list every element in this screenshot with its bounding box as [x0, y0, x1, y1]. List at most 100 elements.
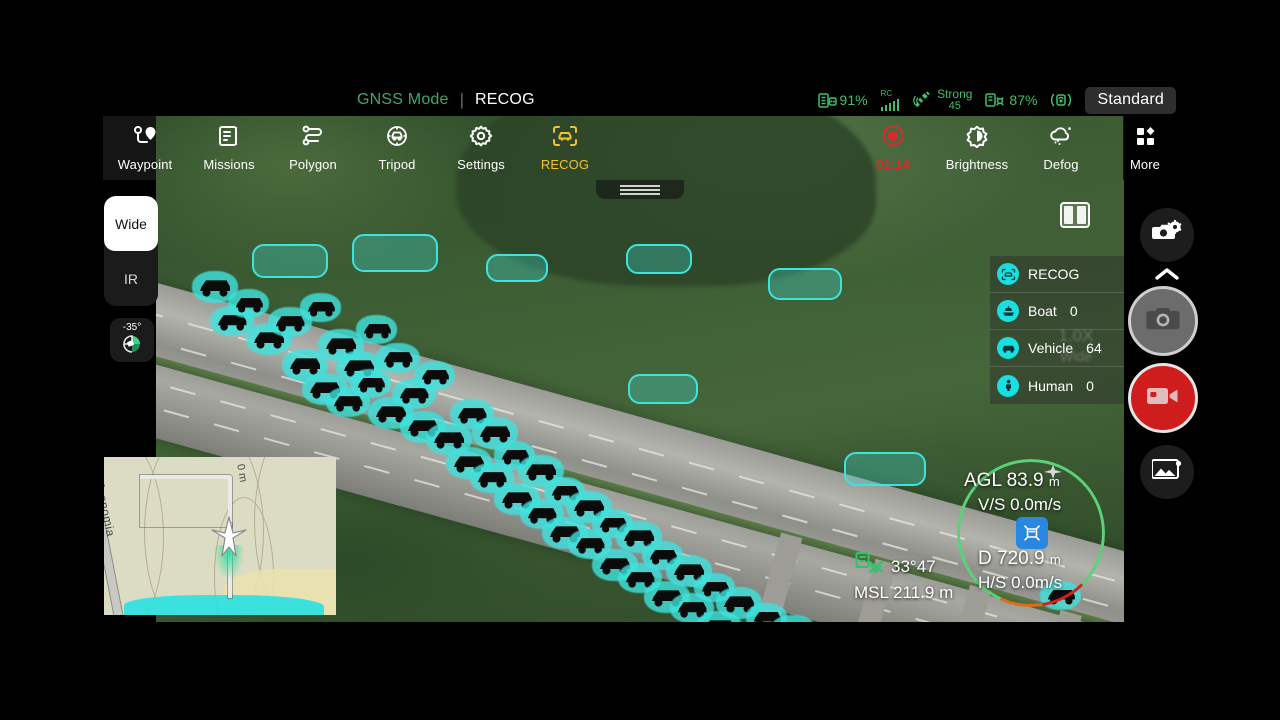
toolbar-item-tripod[interactable]: Tripod [355, 116, 439, 180]
distance-value: 720.9 [997, 548, 1045, 569]
waypoint-icon [131, 124, 159, 153]
detection-vehicle [356, 374, 387, 394]
gnss-mode-label: GNSS Mode [357, 91, 449, 108]
record-button[interactable] [1128, 363, 1198, 433]
horizontal-speed-readout: H/S 0.0m/s [978, 573, 1062, 593]
action-rail [1124, 116, 1280, 622]
hs-value: 0.0m/s [1011, 573, 1063, 592]
recog-panel-title: RECOG [1028, 266, 1080, 282]
distance-unit: m [1049, 552, 1061, 567]
video-camera-icon [1146, 384, 1180, 413]
missions-icon [216, 124, 242, 153]
aircraft-battery: 87% [985, 92, 1037, 109]
minimap[interactable]: Economia 0 m [104, 457, 336, 615]
recog-label-boat: Boat [1028, 303, 1057, 319]
lens-option-ir[interactable]: IR [104, 251, 158, 306]
recog-label-human: Human [1028, 377, 1074, 394]
detection-bounding-box [768, 268, 842, 300]
agl-value: 83.9 [1006, 470, 1044, 491]
recog-icon [551, 124, 579, 153]
vs-value: 0.0m/s [1010, 495, 1062, 514]
toolbar-item-waypoint[interactable]: Waypoint [103, 116, 187, 180]
gnss-signal-text: Strong 45 [937, 88, 972, 112]
record-timer-label: 01:14 [876, 157, 910, 172]
recog-count-boat: 0 [1069, 303, 1078, 319]
gear-icon [468, 124, 494, 153]
recog-label-vehicle: Vehicle [1028, 340, 1074, 356]
car-icon [997, 337, 1019, 359]
aircraft-battery-value: 87% [1009, 92, 1038, 108]
drag-handle-icon[interactable] [596, 180, 684, 199]
home-point-icon [855, 550, 885, 583]
aircraft-battery-icon [985, 92, 1006, 109]
toolbar-item-settings[interactable]: Settings [439, 116, 523, 180]
detection-vehicle [776, 620, 810, 622]
detection-bounding-box [844, 452, 926, 486]
agl-readout: AGL 83.9 m [964, 470, 1060, 492]
lens-option-wide[interactable]: Wide [104, 196, 158, 251]
recog-row-vehicle[interactable]: Vehicle 64 [990, 330, 1124, 367]
gimbal-dial-icon [121, 334, 143, 359]
tripod-icon [384, 124, 410, 153]
recog-count-vehicle: 64 [1086, 340, 1102, 356]
toolbar-item-defog[interactable]: Defog [1019, 116, 1103, 180]
msl-label: MSL [854, 583, 889, 602]
home-point-readout: 33°47 [855, 550, 936, 583]
detection-bounding-box [628, 374, 698, 404]
vs-label: V/S [978, 495, 1006, 514]
recognition-panel[interactable]: RECOG Boat 0 Vehicle 64 Human 0 [990, 256, 1124, 404]
satellite-count: 45 [948, 100, 961, 112]
grid-more-icon [1132, 124, 1158, 153]
toolbar-label-polygon: Polygon [289, 157, 337, 172]
toolbar-label-missions: Missions [203, 157, 255, 172]
gnss-quality-label: Strong [937, 87, 973, 101]
toolbar-item-record-timer[interactable]: 01:14 [851, 116, 935, 180]
camera-settings-button[interactable] [1140, 208, 1194, 262]
aircraft-badge-icon [1016, 517, 1048, 549]
status-separator: | [459, 90, 465, 109]
toolbar-label-recog: RECOG [540, 157, 590, 172]
image-icon [1151, 457, 1182, 488]
active-mode-label: RECOG [475, 91, 535, 108]
toolbar-label-brightness: Brightness [945, 157, 1009, 172]
toolbar-item-recog[interactable]: RECOG [523, 116, 607, 180]
toolbar-label-settings: Settings [457, 157, 505, 172]
recog-count-human: 0 [1086, 377, 1094, 394]
detection-vehicle [198, 276, 232, 298]
transmission-icon [1050, 90, 1072, 110]
toolbar-item-polygon[interactable]: Polygon [271, 116, 355, 180]
camera-gear-icon [1152, 219, 1182, 251]
toolbar-item-more[interactable]: More [1103, 116, 1187, 180]
split-view-icon[interactable] [1060, 202, 1090, 228]
hs-label: H/S [978, 573, 1007, 592]
gimbal-angle-indicator[interactable]: -35° [110, 318, 154, 362]
toolbar-label-more: More [1129, 157, 1161, 172]
recog-row-boat[interactable]: Boat 0 [990, 293, 1124, 330]
agl-unit: m [1048, 474, 1060, 489]
camera-lens-selector[interactable]: Wide IR [104, 196, 158, 306]
recog-panel-header[interactable]: RECOG [990, 256, 1124, 293]
detection-vehicle [306, 298, 337, 318]
toolbar-label-waypoint: Waypoint [117, 157, 173, 172]
rc-signal: RC [880, 88, 900, 111]
home-distance-value: 33°47 [891, 556, 936, 576]
rc-label: RC [880, 88, 893, 98]
defog-icon [1047, 124, 1075, 153]
chevron-up-icon [1152, 264, 1182, 289]
toolbar-item-missions[interactable]: Missions [187, 116, 271, 180]
msl-value: 211.9 m [893, 583, 954, 602]
controller-battery-value: 91% [839, 92, 868, 108]
boat-icon [997, 300, 1019, 322]
telemetry-overlay: AGL 83.9 m V/S 0.0m/s D 720.9 m H/S 0.0m… [854, 455, 1125, 620]
recog-row-human[interactable]: Human 0 [990, 367, 1124, 404]
polygon-icon [300, 124, 326, 153]
gallery-button[interactable] [1140, 445, 1194, 499]
detection-bounding-box [352, 234, 438, 272]
flight-mode-button[interactable]: Standard [1085, 86, 1176, 114]
msl-readout: MSL 211.9 m [854, 583, 953, 603]
detection-vehicle [362, 320, 393, 340]
shutter-button[interactable] [1128, 286, 1198, 356]
toolbar-label-defog: Defog [1043, 157, 1079, 172]
controller-battery: 91% [817, 92, 868, 109]
toolbar-item-brightness[interactable]: Brightness [935, 116, 1019, 180]
